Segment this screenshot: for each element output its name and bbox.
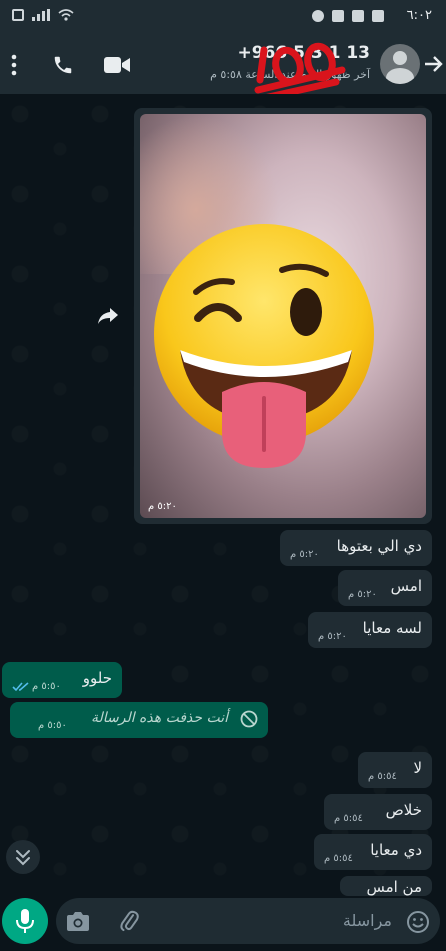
message-text: دي معايا: [370, 841, 422, 859]
message-time: ٥:٥٠ م: [38, 720, 67, 731]
message-input-placeholder: مراسلة: [342, 911, 392, 930]
youtube-icon: [372, 10, 384, 22]
battery-icon: [12, 9, 24, 21]
status-time: ٦:٠٢: [406, 8, 432, 23]
incoming-message[interactable]: دي الي بعتوها ٥:٢٠ م: [280, 530, 432, 566]
deleted-message-text: أنت حذفت هذه الرسالة: [90, 710, 228, 726]
message-text: امس: [390, 577, 422, 595]
video-call-icon[interactable]: [104, 56, 130, 74]
media-message-time: ٥:٢٠ م: [148, 501, 177, 512]
voice-record-button[interactable]: [2, 898, 48, 944]
message-time: ٥:٢٠ م: [318, 631, 347, 642]
message-text: لا: [413, 759, 422, 777]
wifi-icon: [58, 9, 74, 21]
forward-icon[interactable]: [96, 306, 120, 326]
scroll-to-bottom-button[interactable]: [6, 840, 40, 874]
incoming-message[interactable]: خلاص ٥:٥٤ م: [324, 794, 432, 830]
s-app-icon: [312, 10, 324, 22]
message-text: دي الي بعتوها: [336, 537, 422, 555]
status-left-icons: [12, 9, 74, 21]
message-text: حلوو: [82, 669, 112, 687]
more-options-icon[interactable]: [9, 54, 19, 76]
message-input[interactable]: مراسلة: [56, 898, 440, 944]
double-chevron-down-icon: [16, 850, 30, 866]
status-bar: ٦:٠٢: [0, 0, 446, 34]
deleted-message[interactable]: أنت حذفت هذه الرسالة ٥:٥٠ م: [10, 702, 268, 738]
gallery-icon: [332, 10, 344, 22]
incoming-message[interactable]: امس ٥:٢٠ م: [338, 570, 432, 606]
message-text: من امس: [366, 878, 422, 896]
winking-tongue-emoji-icon: [154, 224, 374, 468]
hundred-points-sticker-icon: [254, 42, 346, 102]
message-time: ٥:٢٠ م: [348, 589, 377, 600]
back-arrow-icon[interactable]: [423, 54, 443, 74]
contact-avatar[interactable]: [380, 44, 420, 84]
camera-icon[interactable]: [66, 910, 90, 932]
incoming-message[interactable]: لا ٥:٥٤ م: [358, 752, 432, 788]
chat-header: +966 5 3 1 13 آخر ظهور اليوم عند الساعة …: [0, 34, 446, 102]
message-time: ٥:٢٠ م: [290, 549, 319, 560]
incoming-message[interactable]: دي معايا ٥:٥٤ م: [314, 834, 432, 870]
attach-icon[interactable]: [118, 909, 140, 933]
signal-icon: [32, 9, 50, 21]
incoming-message[interactable]: من امس: [340, 876, 432, 896]
message-time: ٥:٥٠ م: [32, 681, 61, 692]
incoming-message[interactable]: لسه معايا ٥:٢٠ م: [308, 612, 432, 648]
microphone-icon: [16, 909, 34, 933]
message-text: خلاص: [385, 801, 422, 819]
message-time: ٥:٥٤ م: [368, 771, 397, 782]
emoji-icon[interactable]: [406, 910, 430, 934]
outgoing-message[interactable]: حلوو ٥:٥٠ م: [2, 662, 122, 698]
message-time: ٥:٥٤ م: [324, 853, 353, 864]
message-text: لسه معايا: [362, 619, 422, 637]
deleted-ban-icon: [240, 710, 258, 728]
message-icon: [352, 10, 364, 22]
status-right-icons: [312, 10, 384, 22]
message-time: ٥:٥٤ م: [334, 813, 363, 824]
read-receipt-icon: [12, 682, 29, 692]
voice-call-icon[interactable]: [52, 54, 74, 76]
